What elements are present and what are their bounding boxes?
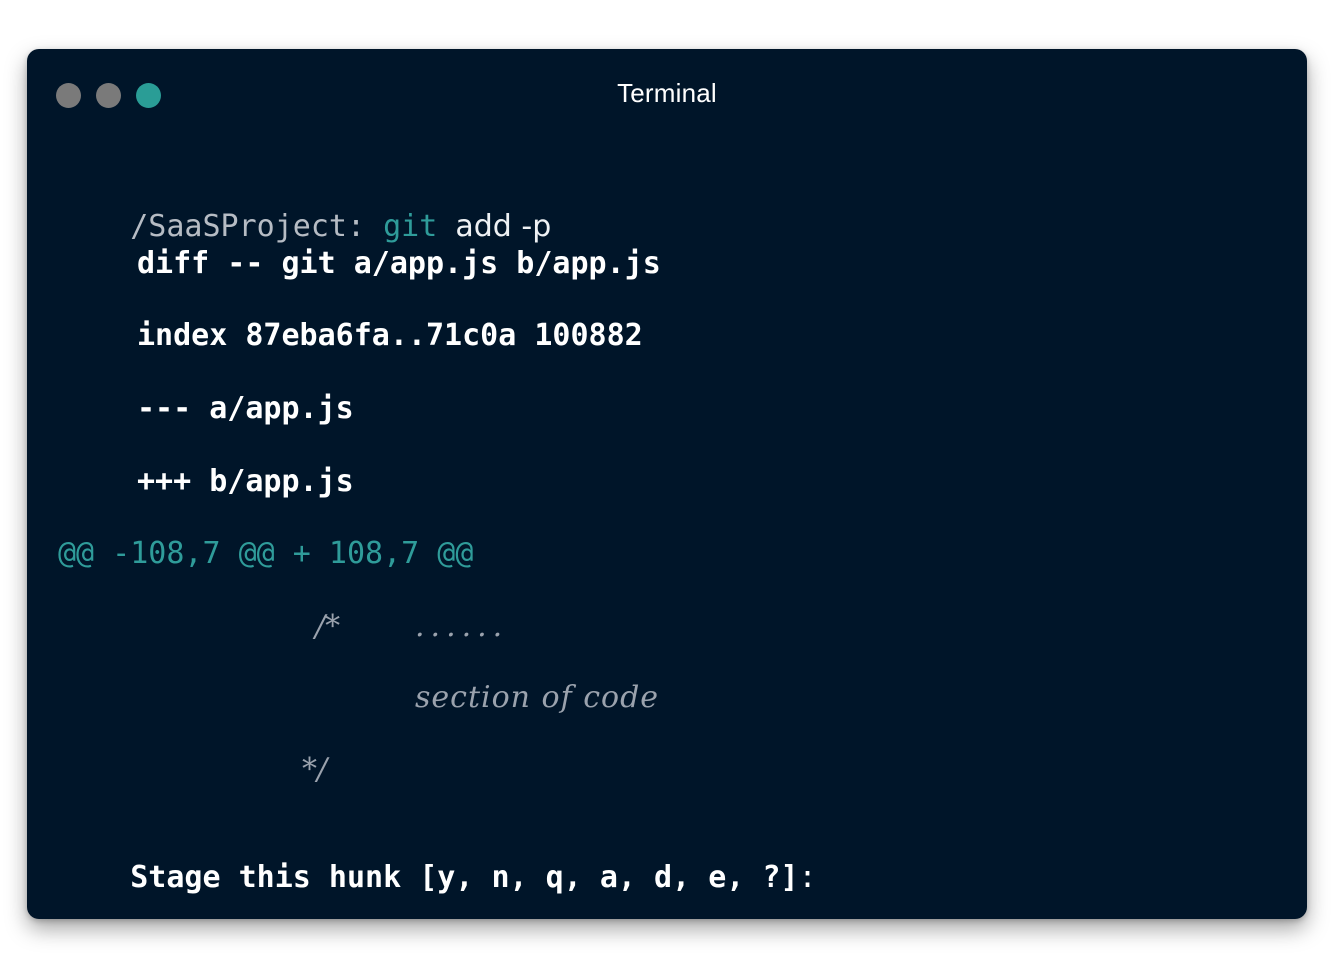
prompt-path: /SaaSProject: <box>130 209 366 244</box>
comment-text: section of code <box>415 680 660 715</box>
new-file-line: +++ b/app.js <box>137 464 354 499</box>
stage-prompt-line[interactable]: Stage this hunk [y, n, q, a, d, e, ?]: <box>58 824 817 919</box>
comment-dots: ...... <box>415 609 509 644</box>
window-title: Terminal <box>617 78 717 108</box>
prompt-command: git <box>383 209 438 244</box>
comment-open: /* <box>315 609 341 644</box>
old-file-line: --- a/app.js <box>137 391 354 426</box>
stage-prompt: Stage this hunk [y, n, q, a, d, e, ?] <box>130 860 799 895</box>
stage-prompt-colon: : <box>798 860 817 895</box>
title-bar: Terminal <box>27 49 1307 139</box>
hunk-header-line: @@ -108,7 @@ + 108,7 @@ <box>58 536 474 571</box>
comment-close: */ <box>302 752 328 787</box>
terminal-window: Terminal /SaaSProject: git add -p diff -… <box>27 49 1307 919</box>
prompt-arguments: add -p <box>455 209 552 244</box>
diff-header-line: diff -- git a/app.js b/app.js <box>137 246 661 281</box>
index-line: index 87eba6fa..71c0a 100882 <box>137 318 643 353</box>
